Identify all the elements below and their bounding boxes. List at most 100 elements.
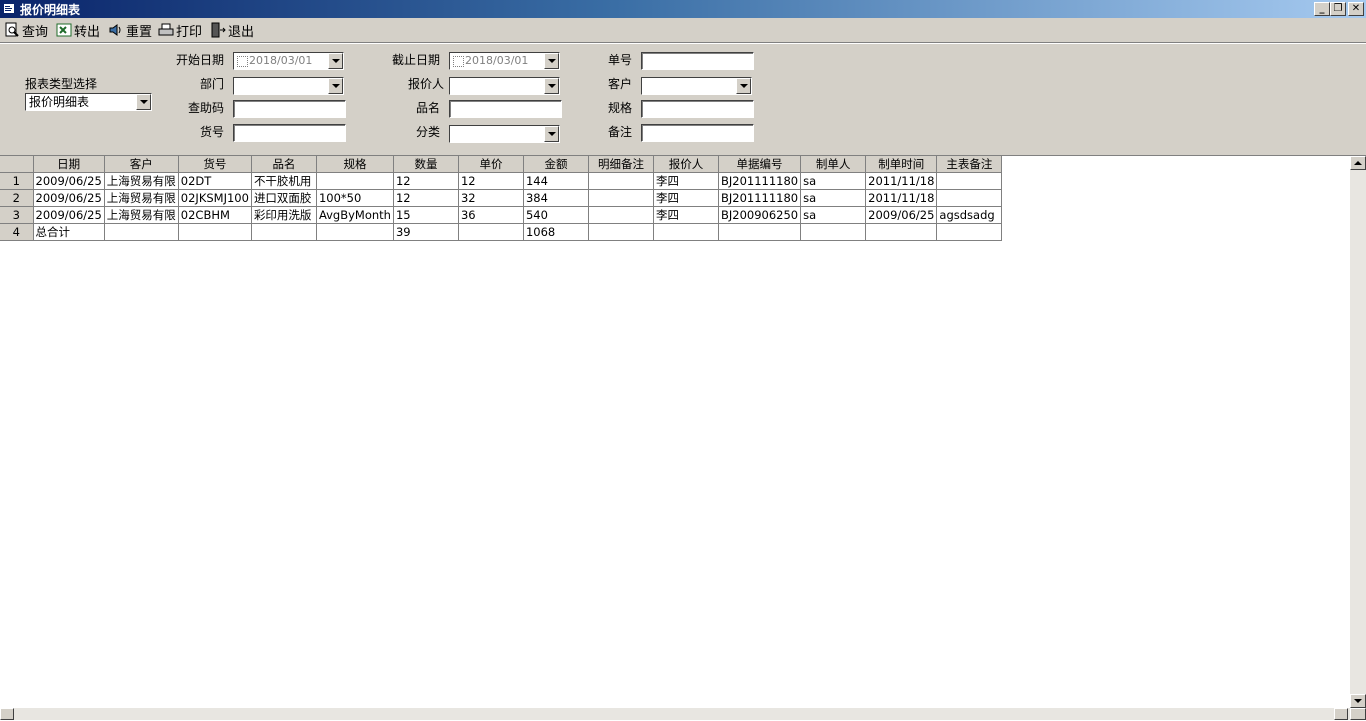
table-cell[interactable]: 彩印用洗版 [251,206,317,224]
corner-cell[interactable] [0,156,34,173]
table-cell[interactable]: 上海贸易有限 [104,189,179,207]
table-cell[interactable]: 12 [393,189,459,207]
checkbox-icon[interactable] [453,55,464,67]
col-header[interactable]: 报价人 [653,156,719,173]
table-row[interactable]: 4 总合计 39 1068 [0,223,1003,241]
exit-button[interactable]: 退出 [210,21,254,40]
checkbox-icon[interactable] [237,55,248,67]
table-cell[interactable]: BJ201111180 [718,172,802,190]
col-header[interactable]: 单据编号 [718,156,802,173]
scroll-right-end-icon[interactable] [1350,708,1366,720]
col-header[interactable]: 金额 [523,156,589,173]
start-date-picker[interactable]: 2018/03/01 [233,52,344,70]
table-cell[interactable]: sa [800,189,867,207]
table-cell[interactable] [936,189,1003,207]
table-cell[interactable] [588,223,654,241]
chevron-down-icon[interactable] [544,78,559,94]
table-cell[interactable]: 12 [393,172,459,190]
export-button[interactable]: 转出 [56,21,100,40]
category-select[interactable] [449,125,560,143]
table-cell[interactable]: sa [800,172,867,190]
horizontal-scrollbar[interactable] [0,708,1366,720]
col-header[interactable]: 制单时间 [865,156,938,173]
table-cell[interactable]: 李四 [653,206,719,224]
col-header[interactable]: 单价 [458,156,524,173]
customer-select[interactable] [641,77,752,95]
table-cell[interactable]: 上海贸易有限 [104,206,179,224]
table-cell[interactable] [800,223,867,241]
table-cell[interactable]: 2009/06/25 [33,206,105,224]
table-cell[interactable]: 02DT [178,172,252,190]
table-cell[interactable]: 进口双面胶 [251,189,317,207]
chevron-down-icon[interactable] [328,78,343,94]
col-header[interactable]: 制单人 [800,156,867,173]
table-cell[interactable]: 02JKSMJ100 [178,189,252,207]
vertical-scrollbar[interactable] [1350,156,1366,708]
row-number[interactable]: 4 [0,223,34,241]
table-cell[interactable]: 36 [458,206,524,224]
scroll-left-icon[interactable] [0,708,14,720]
table-cell[interactable] [865,223,938,241]
table-cell[interactable] [588,206,654,224]
table-cell[interactable]: 540 [523,206,589,224]
table-cell[interactable]: 384 [523,189,589,207]
table-cell[interactable]: BJ200906250 [718,206,802,224]
col-header[interactable]: 客户 [104,156,179,173]
scroll-down-icon[interactable] [1350,694,1366,708]
table-cell[interactable]: 144 [523,172,589,190]
row-number[interactable]: 1 [0,172,34,190]
table-cell[interactable] [936,223,1003,241]
table-row[interactable]: 3 2009/06/25 上海贸易有限 02CBHM 彩印用洗版 AvgByMonth 15… [0,206,1003,224]
table-cell[interactable] [718,223,802,241]
scroll-right-icon[interactable] [1334,708,1348,720]
table-cell[interactable]: 32 [458,189,524,207]
table-cell[interactable]: 2011/11/18 [865,189,938,207]
table-cell[interactable] [588,172,654,190]
report-type-select[interactable]: 报价明细表 [25,93,152,111]
col-header[interactable]: 规格 [316,156,394,173]
chevron-down-icon[interactable] [544,126,559,142]
scroll-up-icon[interactable] [1350,156,1366,170]
table-cell[interactable]: 02CBHM [178,206,252,224]
restore-button[interactable]: ❐ [1330,2,1346,16]
quoter-select[interactable] [449,77,560,95]
table-cell[interactable] [588,189,654,207]
row-number[interactable]: 3 [0,206,34,224]
table-cell[interactable] [316,172,394,190]
item-no-input[interactable] [233,124,346,142]
remark-input[interactable] [641,124,754,142]
chevron-down-icon[interactable] [328,53,343,69]
table-cell[interactable] [316,223,394,241]
col-header[interactable]: 货号 [178,156,252,173]
table-cell[interactable]: 李四 [653,189,719,207]
dept-select[interactable] [233,77,344,95]
table-cell[interactable]: 15 [393,206,459,224]
table-cell[interactable]: 不干胶机用 [251,172,317,190]
col-header[interactable]: 主表备注 [936,156,1003,173]
table-cell[interactable]: 总合计 [33,223,105,241]
chevron-down-icon[interactable] [736,78,751,94]
table-cell[interactable]: 2011/11/18 [865,172,938,190]
row-number[interactable]: 2 [0,189,34,207]
minimize-button[interactable]: _ [1314,2,1330,16]
table-cell[interactable]: sa [800,206,867,224]
table-cell[interactable] [653,223,719,241]
table-cell[interactable] [178,223,252,241]
doc-no-input[interactable] [641,52,754,70]
table-cell[interactable]: 39 [393,223,459,241]
table-row[interactable]: 1 2009/06/25 上海贸易有限 02DT 不干胶机用 12 12 144 李四 BJ201… [0,172,1003,190]
table-cell[interactable]: 2009/06/25 [33,189,105,207]
table-cell[interactable]: agsdsadg [936,206,1003,224]
end-date-picker[interactable]: 2018/03/01 [449,52,560,70]
spec-input[interactable] [641,100,754,118]
print-button[interactable]: 打印 [158,21,202,40]
reset-button[interactable]: 重置 [108,21,152,40]
col-header[interactable]: 日期 [33,156,105,173]
chevron-down-icon[interactable] [136,94,151,110]
table-cell[interactable]: 100*50 [316,189,394,207]
col-header[interactable]: 品名 [251,156,317,173]
col-header[interactable]: 数量 [393,156,459,173]
chevron-down-icon[interactable] [544,53,559,69]
table-cell[interactable]: 2009/06/25 [33,172,105,190]
table-cell[interactable]: AvgByMonth [316,206,394,224]
